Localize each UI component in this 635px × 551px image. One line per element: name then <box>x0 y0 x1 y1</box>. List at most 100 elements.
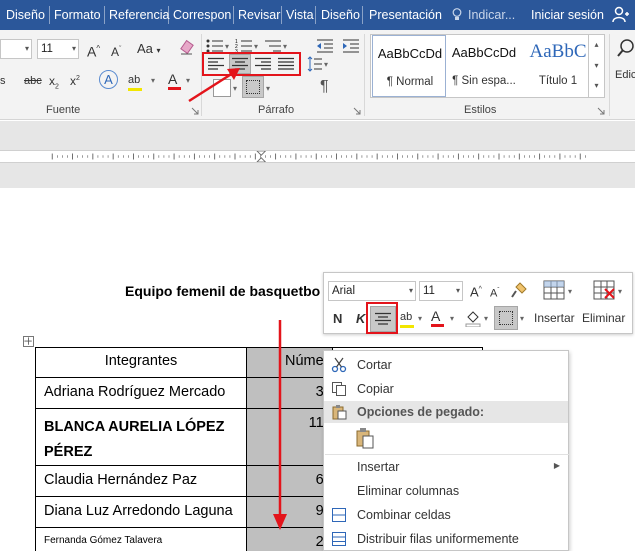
player-name-cell[interactable]: Fernanda Gómez Talavera <box>35 527 247 551</box>
highlight-dropdown-icon[interactable]: ▾ <box>151 76 155 85</box>
tab-referencias[interactable]: Referencia <box>109 0 169 30</box>
ribbon-tab-bar: Diseño Formato Referencia Correspon Revi… <box>0 0 635 30</box>
font-dialog-launcher-icon[interactable] <box>191 107 199 115</box>
annotation-diagonal-arrow <box>188 68 240 103</box>
paste-keep-format-icon[interactable] <box>356 427 374 449</box>
ribbon: ▾ 11 ▾ A^ Aˇ Aa ▾ s abc x2 x2 A ab ▾ A ▾ … <box>0 30 635 120</box>
copy-icon <box>332 382 346 396</box>
borders-dropdown-icon[interactable]: ▾ <box>266 84 270 93</box>
line-spacing-dropdown-icon[interactable]: ▾ <box>324 60 328 69</box>
delete-table-icon[interactable] <box>592 279 616 301</box>
style-no-spacing[interactable]: AaBbCcDd ¶ Sin espa... <box>447 35 521 97</box>
tab-diseno-tabla[interactable]: Diseño <box>321 0 360 30</box>
text-effects-icon[interactable]: A <box>99 70 118 89</box>
highlight-color-icon[interactable]: ab <box>128 72 142 91</box>
mini-shading-icon[interactable] <box>464 309 482 327</box>
lightbulb-icon <box>452 8 462 20</box>
horizontal-ruler[interactable] <box>0 150 635 163</box>
font-color-icon[interactable]: A <box>168 71 181 90</box>
numbering-dropdown-icon[interactable]: ▾ <box>254 42 258 51</box>
menu-item-delete-columns[interactable]: Eliminar columnas <box>324 479 568 503</box>
style-heading-1[interactable]: AaBbC Título 1 <box>521 35 595 97</box>
style-normal[interactable]: AaBbCcDd ¶ Normal <box>372 35 446 97</box>
tab-diseno[interactable]: Diseño <box>6 0 45 30</box>
font-group-label: Fuente <box>46 104 81 116</box>
increase-indent-icon[interactable] <box>342 38 360 54</box>
shrink-font-icon[interactable]: Aˇ <box>111 42 121 60</box>
menu-item-copy[interactable]: Copiar <box>324 377 568 401</box>
mini-borders-icon <box>499 311 513 325</box>
decrease-indent-icon[interactable] <box>316 38 334 54</box>
font-decor-icon[interactable]: s <box>0 73 6 89</box>
tell-me-box[interactable]: Indicar... <box>468 0 515 30</box>
mini-highlight-dropdown-icon[interactable]: ▾ <box>418 314 422 323</box>
mini-shrink-font-icon[interactable]: Aˇ <box>490 283 499 302</box>
tab-separator <box>362 6 363 24</box>
table-move-handle[interactable] <box>23 336 34 347</box>
mini-font-combo[interactable]: Arial ▾ <box>328 281 416 301</box>
styles-scroll-down-icon[interactable]: ▾ <box>589 55 604 76</box>
player-name-cell[interactable]: Claudia Hernández Paz <box>35 465 247 497</box>
borders-icon <box>246 80 260 94</box>
paragraph-dialog-launcher-icon[interactable] <box>353 107 361 115</box>
borders-button[interactable] <box>242 76 264 98</box>
menu-item-insert[interactable]: Insertar ▶ <box>324 455 568 479</box>
insert-table-icon[interactable] <box>542 279 566 301</box>
line-spacing-icon[interactable] <box>307 56 323 72</box>
multilevel-dropdown-icon[interactable]: ▾ <box>283 42 287 51</box>
grow-font-icon[interactable]: A^ <box>87 41 100 60</box>
superscript-icon[interactable]: x2 <box>70 71 80 89</box>
tab-separator <box>49 6 50 24</box>
styles-scroll-up-icon[interactable]: ▴ <box>589 34 604 55</box>
strikethrough-icon[interactable]: abc <box>24 73 42 89</box>
styles-more-icon[interactable]: ▾ <box>589 76 604 96</box>
annotation-down-arrow <box>273 320 287 530</box>
tab-separator <box>233 6 234 24</box>
format-painter-icon[interactable] <box>510 281 528 299</box>
tab-vista[interactable]: Vista <box>286 0 314 30</box>
mini-borders-button[interactable] <box>494 306 518 330</box>
sign-in-link[interactable]: Iniciar sesión <box>531 0 604 30</box>
share-person-icon[interactable] <box>612 6 630 24</box>
table-header-cell[interactable]: Integrantes <box>35 347 247 378</box>
tab-correspondencia[interactable]: Correspon <box>173 0 231 30</box>
bullets-dropdown-icon[interactable]: ▾ <box>225 42 229 51</box>
player-name-cell[interactable]: Diana Luz Arredondo Laguna <box>35 496 247 528</box>
delete-dropdown-icon[interactable]: ▾ <box>618 287 622 296</box>
menu-item-cut[interactable]: Cortar <box>324 353 568 377</box>
styles-dialog-launcher-icon[interactable] <box>597 107 605 115</box>
insert-dropdown-icon[interactable]: ▾ <box>568 287 572 296</box>
font-name-combo[interactable]: ▾ <box>0 39 32 59</box>
mini-highlight-icon[interactable]: ab <box>400 309 414 328</box>
mini-italic-icon[interactable]: K <box>356 311 365 327</box>
player-name-cell[interactable]: BLANCA AURELIA LÓPEZ PÉREZ <box>35 408 247 466</box>
mini-font-color-icon[interactable]: A <box>431 308 444 327</box>
clear-formatting-icon[interactable] <box>178 39 196 57</box>
menu-item-merge-cells[interactable]: Combinar celdas <box>324 503 568 527</box>
pilcrow-icon[interactable]: ¶ <box>320 79 329 95</box>
editing-label[interactable]: Edic <box>615 67 635 83</box>
document-title: Equipo femenil de basquetbo <box>125 283 321 299</box>
mini-shading-dropdown-icon[interactable]: ▾ <box>484 314 488 323</box>
subscript-icon[interactable]: x2 <box>49 73 59 95</box>
styles-group-label: Estilos <box>464 104 497 116</box>
mini-bold-icon[interactable]: N <box>333 311 342 327</box>
tab-revisar[interactable]: Revisar <box>238 0 280 30</box>
styles-scroller[interactable]: ▴ ▾ ▾ <box>588 34 604 98</box>
mini-grow-font-icon[interactable]: A^ <box>470 282 482 300</box>
mini-borders-dropdown-icon[interactable]: ▾ <box>520 314 524 323</box>
change-case-icon[interactable]: Aa ▾ <box>137 41 161 59</box>
font-size-combo[interactable]: 11 ▾ <box>37 39 79 59</box>
move-arrows-icon <box>24 337 32 345</box>
mini-insert-label[interactable]: Insertar <box>534 311 575 325</box>
mini-delete-label[interactable]: Eliminar <box>582 311 625 325</box>
scissors-icon <box>331 357 347 373</box>
mini-size-combo[interactable]: 11 ▾ <box>419 281 463 301</box>
group-divider <box>609 34 610 116</box>
tab-formato[interactable]: Formato <box>54 0 101 30</box>
player-name-cell[interactable]: Adriana Rodríguez Mercado <box>35 377 247 409</box>
tab-presentacion[interactable]: Presentación <box>369 0 442 30</box>
mini-font-color-dropdown-icon[interactable]: ▾ <box>450 314 454 323</box>
find-icon[interactable] <box>617 38 635 60</box>
menu-item-distribute-rows[interactable]: Distribuir filas uniformemente <box>324 527 568 551</box>
